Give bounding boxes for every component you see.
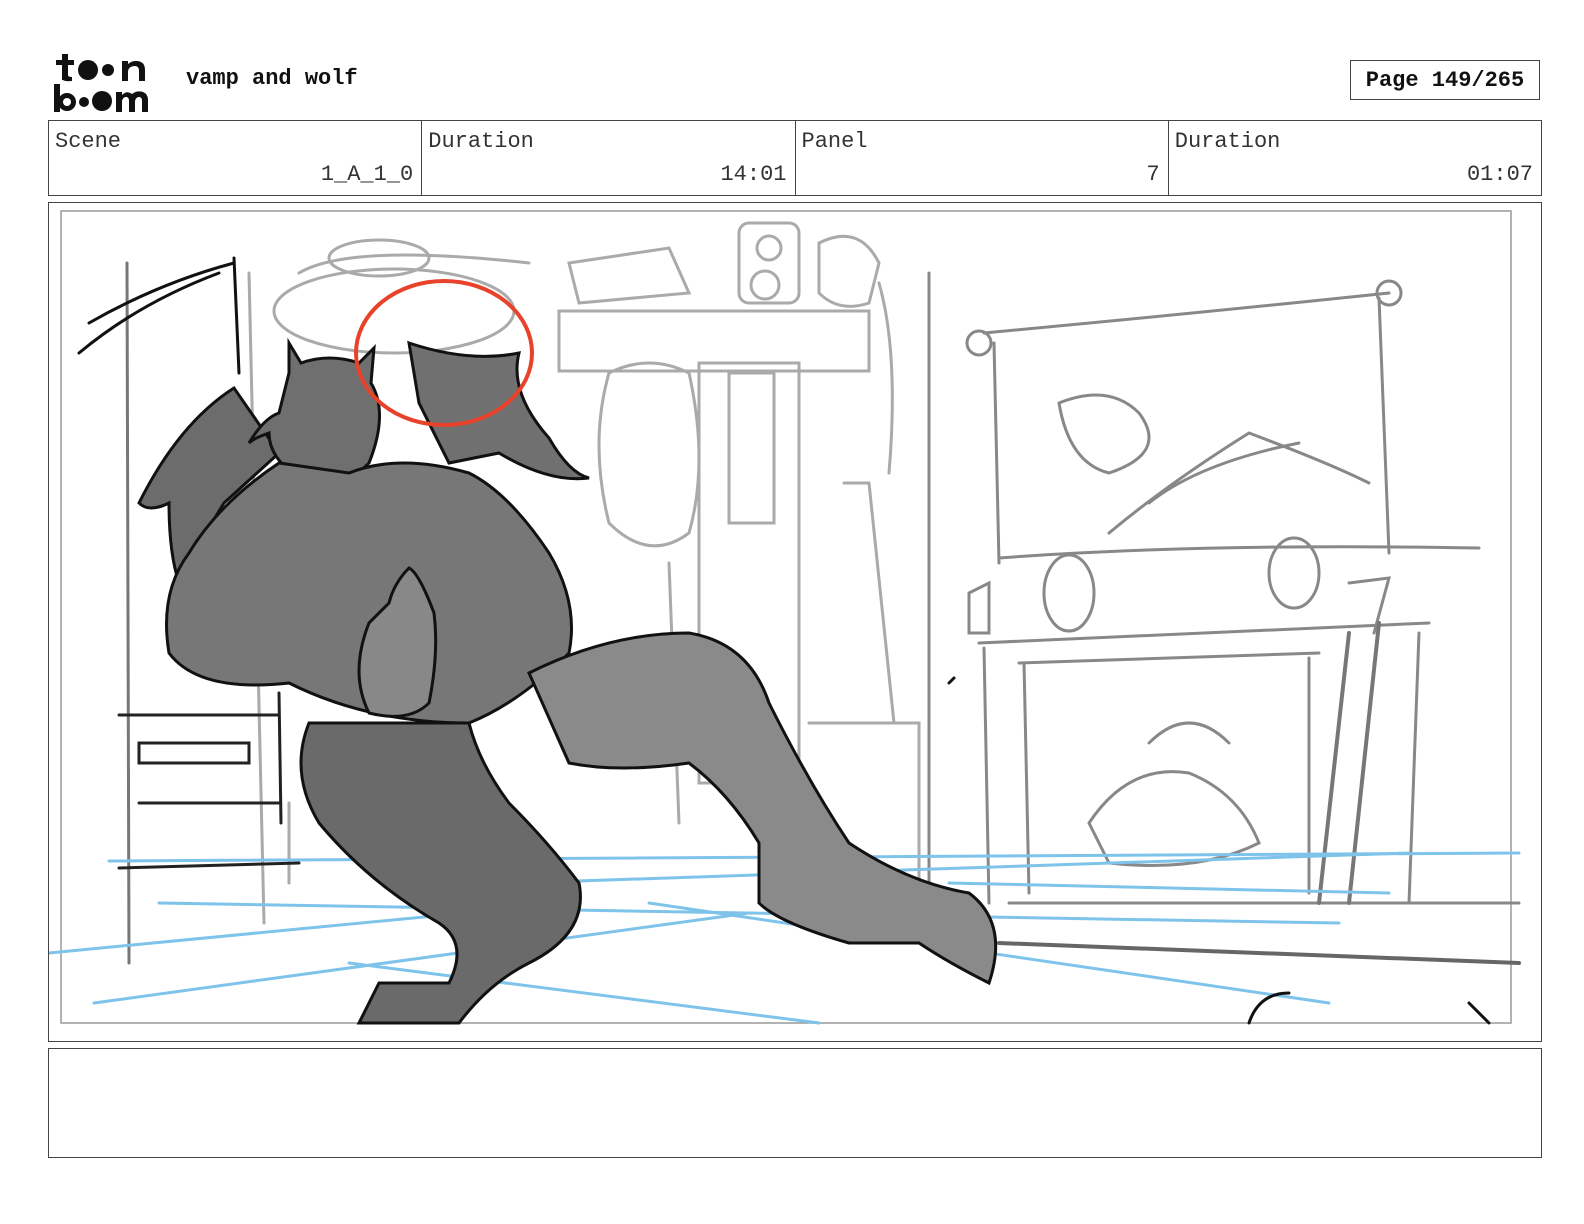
page-indicator: Page 149/265 — [1350, 60, 1540, 100]
scene-duration-value: 14:01 — [720, 162, 787, 187]
panel-label: Panel — [801, 129, 868, 154]
project-title: vamp and wolf — [186, 66, 358, 91]
scene-value: 1_A_1_0 — [320, 162, 414, 187]
panel-notes-box — [48, 1048, 1542, 1158]
scene-duration-label: Duration — [428, 129, 534, 154]
gargoyle-character — [137, 337, 998, 1025]
panel-value: 7 — [1146, 162, 1160, 187]
sketch-drawing — [49, 210, 1521, 1025]
panel-duration-value: 01:07 — [1466, 162, 1533, 187]
scene-duration-cell: Duration 14:01 — [422, 121, 796, 195]
panel-duration-label: Duration — [1174, 129, 1281, 154]
page-label: Page 149/265 — [1365, 67, 1525, 93]
panel-duration-cell: Duration 01:07 — [1169, 121, 1541, 195]
toonboom-logo — [50, 50, 168, 114]
scene-cell: Scene 1_A_1_0 — [49, 121, 423, 195]
panel-cell: Panel 7 — [796, 121, 1169, 195]
storyboard-panel-image — [48, 202, 1542, 1042]
scene-label: Scene — [55, 129, 122, 154]
fireplace-and-painting — [965, 279, 1521, 965]
panel-info-table: Scene 1_A_1_0 Duration 14:01 Panel 7 Dur… — [48, 120, 1542, 196]
